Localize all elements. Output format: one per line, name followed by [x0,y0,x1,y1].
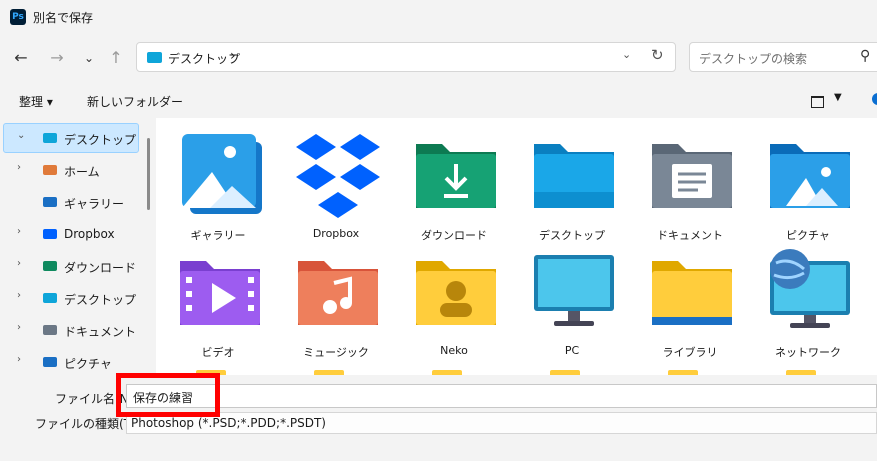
filetype-select[interactable]: Photoshop (*.PSD;*.PDD;*.PSDT) [126,412,877,434]
nav-item-label: ドキュメント [64,325,137,339]
file-item[interactable]: ギャラリー [162,124,274,246]
highlight-annotation [116,373,220,417]
search-input[interactable]: デスクトップの検索 ⚲ [689,42,877,72]
nav-item[interactable]: › ダウンロード [0,251,155,281]
back-arrow-icon[interactable]: ← [11,48,31,68]
nav-item-label: Dropbox [64,227,115,241]
videos-folder-icon [176,247,264,335]
breadcrumb-chevron-icon[interactable]: › [230,48,236,64]
file-item-label: ミュージック [303,346,369,359]
expand-chevron-icon[interactable]: › [17,162,21,173]
library-folder-icon [648,247,736,335]
file-item-label: PC [564,344,580,357]
file-item[interactable]: ピクチャ [752,124,864,246]
search-placeholder: デスクトップの検索 [699,52,808,66]
nav-item[interactable]: ⌄ デスクトップ [0,123,155,153]
file-item[interactable]: ネットワーク [752,241,864,363]
nav-scrollbar[interactable] [147,138,150,210]
file-item[interactable]: ミュージック [280,241,392,363]
documents-folder-icon [648,130,736,218]
recent-chevron-down-icon[interactable]: ⌄ [79,48,99,68]
file-list: ギャラリー Dropbox ダウンロード デスクトップ ドキュメント ピクチャビデオ ミュー… [156,118,877,375]
nav-item[interactable]: › Dropbox [0,219,155,249]
navigation-pane: ⌄ デスクトップ › ホームギャラリー › Dropbox › ダウンロード › デスクトップ › ド… [0,118,155,375]
view-dropdown-icon[interactable]: ▼ [834,92,842,103]
desktop-icon [43,132,57,144]
network-icon [766,247,854,335]
view-layout-icon[interactable] [811,96,824,108]
nav-item[interactable]: › デスクトップ [0,283,155,313]
gallery-icon [176,130,264,218]
nav-item-label: ホーム [64,165,100,179]
file-item-label: Neko [440,344,468,357]
photoshop-app-icon: Ps [10,9,26,25]
file-item-label: ネットワーク [775,346,841,359]
nav-item-label: ダウンロード [64,261,137,275]
file-item[interactable]: ビデオ [162,241,274,363]
desktop-folder-icon [530,130,618,218]
forward-arrow-icon[interactable]: → [47,48,67,68]
desktop-folder-icon [147,52,162,63]
address-bar[interactable]: デスクトップ › ⌄ ↻ [136,42,676,72]
filetype-value[interactable]: Photoshop (*.PSD;*.PDD;*.PSDT) [131,416,326,430]
user-folder-icon [412,247,500,335]
navigation-bar: ← → ⌄ ↑ デスクトップ › ⌄ ↻ デスクトップの検索 ⚲ [0,36,877,80]
music-folder-icon [294,247,382,335]
expand-chevron-icon[interactable]: › [17,322,21,333]
pictures-folder-icon [766,130,854,218]
filetype-label: ファイルの種類(T): [35,417,140,431]
file-item-label: ライブラリ [662,346,718,359]
document-icon [43,324,57,336]
downloads-folder-icon [412,130,500,218]
window-title: 別名で保存 [33,11,94,25]
expand-chevron-icon[interactable]: › [17,258,21,269]
search-icon[interactable]: ⚲ [860,48,870,64]
new-folder-button[interactable]: 新しいフォルダー [87,93,183,110]
up-arrow-icon[interactable]: ↑ [106,48,126,68]
command-bar: 整理 ▾ 新しいフォルダー [0,86,877,116]
file-item[interactable]: ライブラリ [634,241,746,363]
nav-item-label: ピクチャ [64,357,112,371]
nav-item-label: デスクトップ [64,133,137,147]
dropbox-icon [43,228,57,240]
file-item[interactable]: PC [516,241,628,363]
file-item[interactable]: ダウンロード [398,124,510,246]
file-item[interactable]: ドキュメント [634,124,746,246]
nav-item-label: ギャラリー [64,197,125,211]
nav-item[interactable]: › ピクチャ [0,347,155,375]
nav-item-label: デスクトップ [64,293,137,307]
file-item-label: ビデオ [201,346,235,359]
nav-item[interactable]: › ホーム [0,155,155,185]
expand-chevron-icon[interactable]: › [17,290,21,301]
expand-chevron-icon[interactable]: › [17,354,21,365]
file-item[interactable]: デスクトップ [516,124,628,246]
file-item[interactable]: Neko [398,241,510,363]
address-dropdown-icon[interactable]: ⌄ [622,48,631,61]
help-icon[interactable] [872,93,877,105]
pc-icon [530,247,618,335]
nav-item[interactable]: › ドキュメント [0,315,155,345]
filename-field[interactable]: 保存の練習 [126,384,877,408]
nav-item[interactable]: ギャラリー [0,187,155,217]
gallery-icon [43,196,57,208]
file-item-label: Dropbox [312,227,360,240]
pictures-icon [43,356,57,368]
expand-chevron-icon[interactable]: › [17,226,21,237]
file-item[interactable]: Dropbox [280,124,392,246]
organize-button[interactable]: 整理 ▾ [19,93,53,110]
home-icon [43,164,57,176]
download-icon [43,260,57,272]
dropbox-icon [294,130,382,218]
title-bar: Ps 別名で保存 [0,0,877,34]
refresh-icon[interactable]: ↻ [651,46,664,64]
desktop-icon [43,292,57,304]
expand-chevron-icon[interactable]: ⌄ [17,130,25,141]
